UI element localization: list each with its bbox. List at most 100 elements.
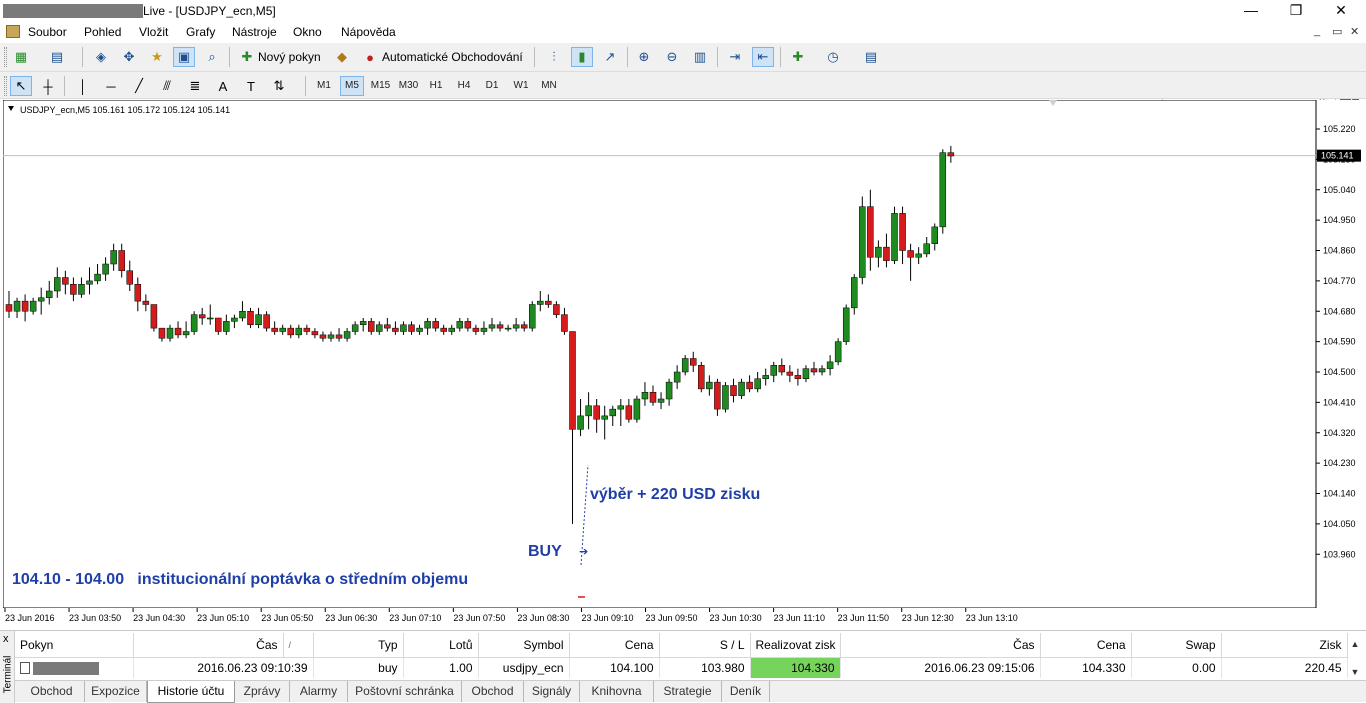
col-header-sl[interactable]: S / L — [659, 633, 751, 658]
symbol-cell[interactable]: usdjpy_ecn — [478, 657, 570, 678]
tab-postovni-schranka[interactable]: Poštovní schránka — [348, 681, 462, 702]
cursor-icon[interactable]: ↖ — [10, 76, 32, 96]
vertical-line-icon[interactable]: │ — [72, 76, 94, 96]
col-header-order[interactable]: Pokyn — [15, 633, 134, 658]
profiles-icon[interactable]: ▤ — [46, 47, 68, 67]
col-header-price[interactable]: Cena — [569, 633, 660, 658]
zoom-out-icon[interactable]: ⊖ — [661, 47, 683, 67]
timeframe-m15[interactable]: M15 — [367, 76, 394, 96]
tab-strategie[interactable]: Strategie — [654, 681, 722, 702]
menu-vlozit[interactable]: Vložit — [139, 25, 168, 39]
col-header-symbol[interactable]: Symbol — [478, 633, 570, 658]
sort-indicator[interactable]: / — [283, 633, 314, 658]
market-watch-icon[interactable]: ◈ — [90, 47, 112, 67]
menu-okno[interactable]: Okno — [293, 25, 322, 39]
arrows-icon[interactable]: ⇅ — [268, 76, 290, 96]
col-header-lots[interactable]: Lotů — [403, 633, 479, 658]
menu-grafy[interactable]: Grafy — [186, 25, 215, 39]
terminal-scrollbar[interactable]: ▲ ▼ — [1347, 633, 1363, 679]
mdi-minimize-button[interactable]: _ — [1314, 25, 1320, 37]
zone-annotation[interactable]: 104.10 - 104.00 institucionální poptávka… — [12, 571, 468, 588]
close-time-cell[interactable]: 2016.06.23 09:15:06 — [840, 657, 1041, 678]
mdi-restore-button[interactable]: ▭ — [1332, 25, 1342, 38]
fibonacci-icon[interactable]: ≣ — [184, 76, 206, 96]
tab-knihovna[interactable]: Knihovna — [580, 681, 654, 702]
tab-denik[interactable]: Deník — [722, 681, 770, 702]
tab-signaly[interactable]: Signály — [524, 681, 580, 702]
col-header-close-time[interactable]: Čas — [840, 633, 1041, 658]
tab-obchod-market[interactable]: Obchod — [462, 681, 524, 702]
crosshair-icon[interactable]: ┼ — [37, 76, 59, 96]
candlestick-chart-icon[interactable]: ▮ — [571, 47, 593, 67]
timeframe-m1[interactable]: M1 — [312, 76, 336, 96]
mdi-close-button[interactable]: ✕ — [1350, 25, 1359, 38]
line-chart-icon[interactable]: ↗ — [599, 47, 621, 67]
col-header-swap[interactable]: Swap — [1131, 633, 1222, 658]
scroll-up-icon[interactable]: ▲ — [1347, 639, 1363, 649]
terminal-toggle-icon[interactable]: ▣ — [173, 47, 195, 67]
text-label-icon[interactable]: T — [240, 76, 262, 96]
auto-trading-icon[interactable]: ● — [359, 47, 381, 67]
tab-historie-uctu[interactable]: Historie účtu — [147, 681, 235, 703]
trend-line-icon[interactable]: ╱ — [128, 76, 150, 96]
scroll-down-icon[interactable]: ▼ — [1347, 667, 1363, 677]
tab-alarmy[interactable]: Alarmy — [290, 681, 348, 702]
menu-soubor[interactable]: Soubor — [28, 25, 67, 39]
menu-nastroje[interactable]: Nástroje — [232, 25, 277, 39]
swap-cell[interactable]: 0.00 — [1131, 657, 1222, 678]
navigator-icon[interactable]: ✥ — [118, 47, 140, 67]
close-price-cell[interactable]: 104.330 — [1040, 657, 1132, 678]
col-header-profit[interactable]: Zisk — [1221, 633, 1348, 658]
tile-windows-icon[interactable]: ▥ — [689, 47, 711, 67]
price-chart[interactable]: USDJPY_ecn,M5 105.161 105.172 105.124 10… — [3, 100, 1363, 628]
bar-chart-icon[interactable]: ⫶ — [543, 47, 565, 67]
new-order-button[interactable]: Nový pokyn — [258, 50, 321, 64]
meta-editor-icon[interactable]: ◆ — [331, 47, 353, 67]
timeframe-w1[interactable]: W1 — [508, 76, 534, 96]
channel-icon[interactable]: ⫻ — [156, 76, 178, 96]
tester-icon[interactable]: ⌕ — [201, 47, 223, 67]
timeframe-m30[interactable]: M30 — [395, 76, 422, 96]
sl-cell[interactable]: 103.980 — [659, 657, 751, 678]
buy-arrow-icon[interactable]: ➔ — [579, 545, 588, 558]
col-header-close-price[interactable]: Cena — [1040, 633, 1132, 658]
profit-cell[interactable]: 220.45 — [1221, 657, 1348, 678]
timeframe-mn[interactable]: MN — [536, 76, 562, 96]
close-button[interactable]: ✕ — [1318, 0, 1364, 22]
timeframe-h1[interactable]: H1 — [424, 76, 448, 96]
tp-cell[interactable]: 104.330 — [750, 657, 841, 678]
profit-annotation[interactable]: výběr + 220 USD zisku — [590, 486, 760, 503]
menu-pohled[interactable]: Pohled — [84, 25, 121, 39]
indicators-icon[interactable]: ✚ — [787, 47, 809, 67]
horizontal-line-icon[interactable]: ─ — [100, 76, 122, 96]
type-cell[interactable]: buy — [313, 657, 404, 678]
favorites-icon[interactable]: ★ — [146, 47, 168, 67]
col-header-tp[interactable]: Realizovat zisk — [750, 633, 841, 658]
auto-scroll-icon[interactable]: ⇥ — [724, 47, 746, 67]
minimize-button[interactable]: — — [1228, 0, 1274, 22]
buy-annotation[interactable]: BUY — [528, 543, 562, 560]
toolbar-grip[interactable] — [4, 76, 7, 96]
timeframe-m5[interactable]: M5 — [340, 76, 364, 96]
timeframe-h4[interactable]: H4 — [452, 76, 476, 96]
open-time-cell[interactable]: 2016.06.23 09:10:39 — [133, 657, 314, 678]
menu-napoveda[interactable]: Nápověda — [341, 25, 396, 39]
tab-expozice[interactable]: Expozice — [85, 681, 147, 702]
chart-window[interactable]: USDJPY_ecn,M5 105.161 105.172 105.124 10… — [3, 100, 1363, 628]
text-icon[interactable]: A — [212, 76, 234, 96]
timeframe-d1[interactable]: D1 — [480, 76, 504, 96]
chart-plot-area[interactable] — [3, 100, 1317, 609]
new-chart-icon[interactable]: ▦ — [10, 47, 32, 67]
lots-cell[interactable]: 1.00 — [403, 657, 479, 678]
chart-shift-icon[interactable]: ⇤ — [752, 47, 774, 67]
new-order-icon[interactable]: ✚ — [236, 47, 258, 67]
terminal-close-button[interactable]: x — [3, 633, 9, 645]
auto-trading-button[interactable]: Automatické Obchodování — [382, 50, 523, 64]
maximize-button[interactable]: ❐ — [1273, 0, 1319, 22]
col-header-type[interactable]: Typ — [313, 633, 404, 658]
price-cell[interactable]: 104.100 — [569, 657, 660, 678]
tab-zpravy[interactable]: Zprávy — [235, 681, 290, 702]
tab-obchod[interactable]: Obchod — [19, 681, 85, 702]
zoom-in-icon[interactable]: ⊕ — [633, 47, 655, 67]
periods-icon[interactable]: ◷ — [822, 47, 844, 67]
